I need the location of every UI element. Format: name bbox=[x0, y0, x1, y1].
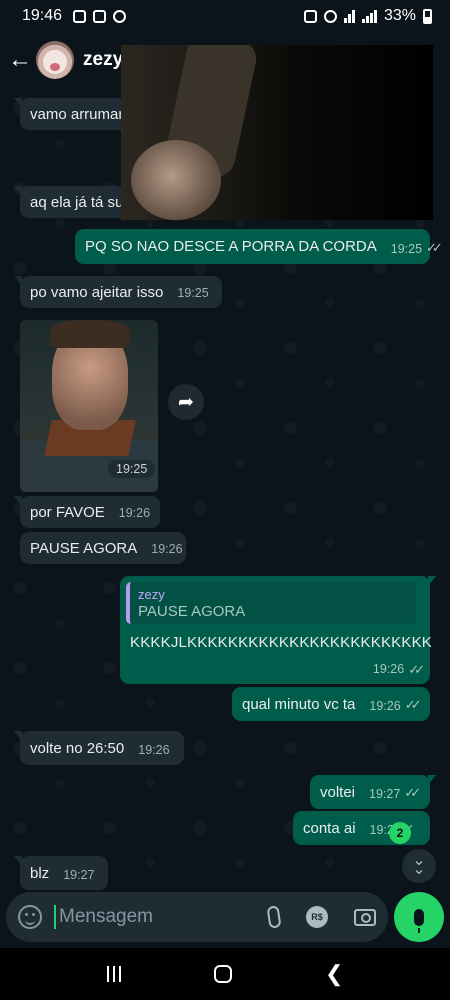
dnd-icon bbox=[113, 9, 127, 23]
double-check-icon: ✓✓ bbox=[404, 785, 421, 800]
message-bubble[interactable]: PQ SO NAO DESCE A PORRA DA CORDA 19:25 ✓… bbox=[75, 229, 443, 264]
message-bubble[interactable]: PAUSE AGORA 19:26 bbox=[20, 532, 186, 564]
home-icon[interactable] bbox=[213, 965, 232, 983]
double-check-icon: ✓✓ bbox=[404, 697, 422, 712]
message-time: 19:26 bbox=[151, 542, 183, 556]
back-icon[interactable]: ❮ bbox=[325, 961, 343, 987]
message-time: 19:26 bbox=[118, 506, 151, 520]
message-bubble[interactable]: aq ela já tá su bbox=[14, 186, 130, 218]
image-time: 19:25 bbox=[108, 460, 156, 478]
unread-badge: 2 bbox=[389, 822, 411, 844]
message-text: blz bbox=[30, 864, 50, 882]
message-bubble[interactable]: volte no 26:50 19:26 bbox=[14, 731, 184, 765]
message-time: 19:26 bbox=[369, 699, 401, 713]
camera-icon[interactable] bbox=[354, 908, 376, 926]
contact-name[interactable]: zezy bbox=[83, 49, 123, 71]
message-text: volte no 26:50 bbox=[30, 739, 125, 757]
message-text: PAUSE AGORA bbox=[30, 539, 138, 557]
message-composer: R$ bbox=[6, 892, 388, 942]
lock-icon bbox=[303, 9, 317, 23]
payment-icon[interactable]: R$ bbox=[306, 906, 328, 928]
message-time: 19:26 bbox=[138, 743, 170, 757]
status-bar: 19:46 33% bbox=[0, 0, 450, 32]
attach-icon[interactable] bbox=[266, 905, 282, 929]
message-time: 19:25 bbox=[177, 286, 209, 300]
message-text: conta ai bbox=[303, 819, 356, 837]
arrow-left-icon[interactable]: ← bbox=[8, 46, 32, 74]
message-time: 19:26 bbox=[372, 662, 405, 676]
message-text: po vamo ajeitar isso bbox=[30, 283, 164, 301]
gallery-icon bbox=[93, 9, 107, 23]
forward-icon[interactable]: ➦ bbox=[168, 384, 204, 420]
double-check-icon: ✓✓ bbox=[408, 662, 425, 677]
message-text: vamo arrumar bbox=[30, 105, 124, 123]
message-time: 19:25 bbox=[390, 242, 423, 256]
message-text: KKKKJLKKKKKKKKKKKKKKKKKKKKKKKK bbox=[130, 634, 432, 651]
message-text: aq ela já tá su bbox=[30, 193, 124, 211]
mic-button[interactable] bbox=[394, 892, 444, 942]
battery-icon bbox=[423, 8, 432, 24]
double-check-icon: ✓✓ bbox=[426, 240, 443, 255]
wifi-icon bbox=[343, 9, 355, 23]
quote-text: PAUSE AGORA bbox=[138, 603, 246, 620]
message-input[interactable] bbox=[59, 906, 268, 928]
recents-icon[interactable] bbox=[106, 966, 121, 982]
scroll-down-icon[interactable]: ⌄ ⌄ bbox=[402, 849, 436, 883]
signal-icon bbox=[361, 9, 377, 23]
message-text: PQ SO NAO DESCE A PORRA DA CORDA bbox=[85, 238, 377, 255]
status-time: 19:46 bbox=[22, 7, 63, 24]
emoji-icon[interactable] bbox=[18, 905, 42, 929]
avatar[interactable] bbox=[36, 41, 74, 79]
message-bubble[interactable]: blz 19:27 bbox=[14, 856, 108, 890]
reply-message-bubble[interactable]: zezy PAUSE AGORA KKKKJLKKKKKKKKKKKKKKKKK… bbox=[120, 576, 436, 684]
message-bubble[interactable]: qual minuto vc ta 19:26 ✓✓ bbox=[232, 687, 430, 721]
text-caret bbox=[54, 905, 56, 929]
message-bubble[interactable]: voltei 19:27 ✓✓ bbox=[310, 775, 436, 809]
message-text: qual minuto vc ta bbox=[242, 695, 356, 713]
message-text: por FAVOE bbox=[30, 503, 105, 521]
quoted-message[interactable]: zezy PAUSE AGORA bbox=[126, 582, 416, 624]
message-bubble[interactable]: vamo arrumar bbox=[14, 98, 130, 130]
alarm-icon bbox=[323, 9, 337, 23]
message-text: voltei bbox=[320, 783, 356, 801]
battery-percent: 33% bbox=[383, 7, 416, 24]
video-overlay[interactable] bbox=[121, 45, 433, 220]
system-nav-bar: ❮ bbox=[0, 948, 450, 1000]
message-bubble[interactable]: por FAVOE 19:26 bbox=[14, 496, 160, 528]
quote-author: zezy bbox=[138, 587, 165, 602]
message-time: 19:27 bbox=[369, 787, 401, 801]
message-time: 19:27 bbox=[63, 868, 95, 882]
mic-icon bbox=[414, 908, 424, 933]
instagram-icon bbox=[73, 9, 87, 23]
message-bubble[interactable]: po vamo ajeitar isso 19:25 bbox=[14, 276, 222, 308]
